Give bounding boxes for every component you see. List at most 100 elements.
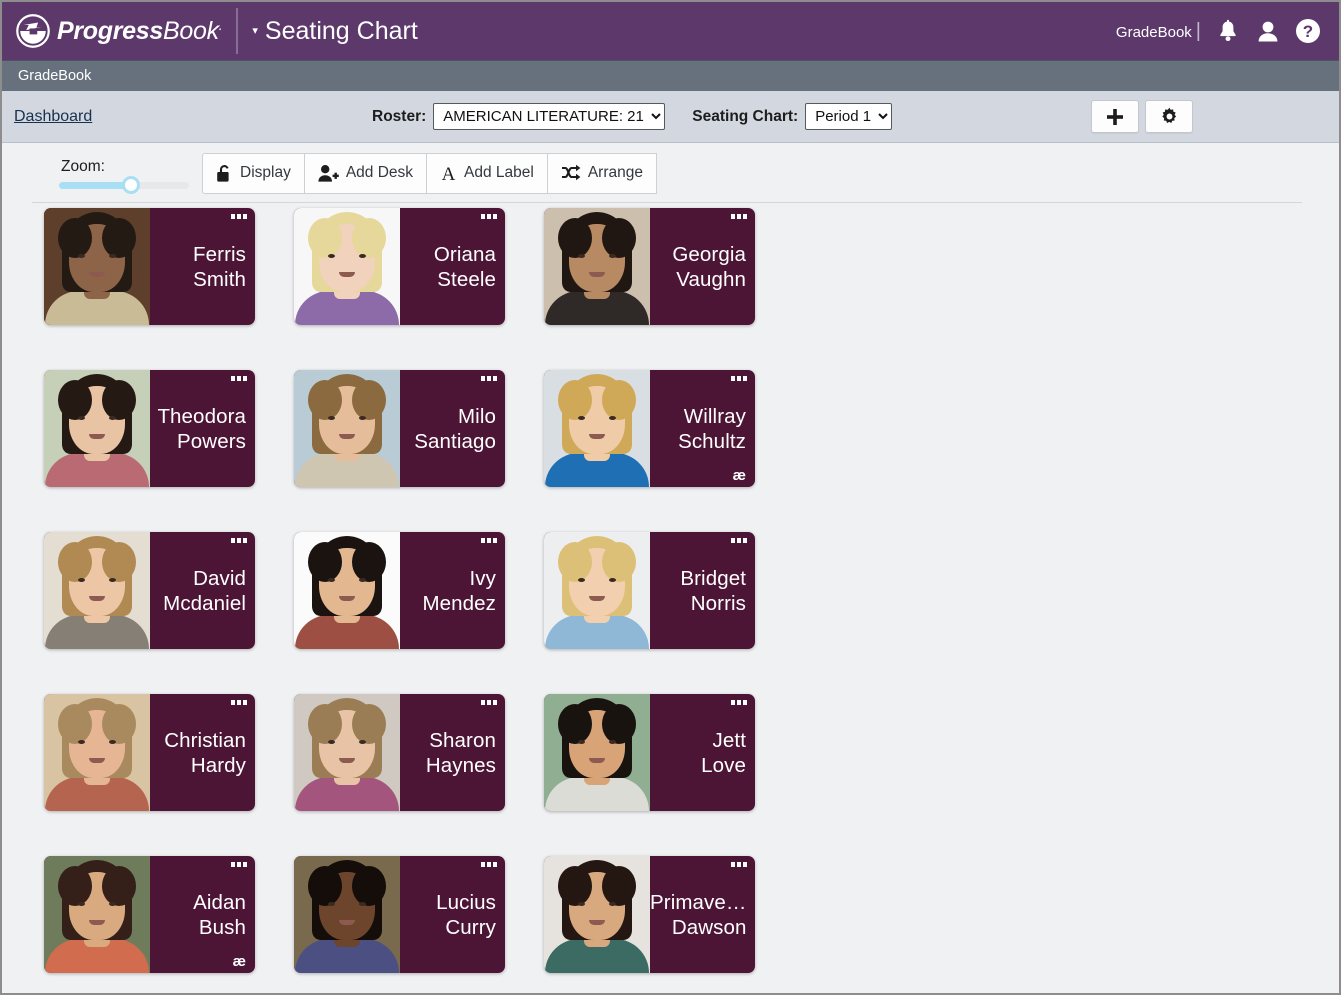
shuffle-icon	[561, 164, 581, 182]
three-dots-icon[interactable]	[231, 700, 247, 705]
arrange-button[interactable]: Arrange	[546, 152, 657, 194]
student-desk-card[interactable]: Theodora Powers	[44, 370, 255, 487]
student-card-body: Christian Hardy	[150, 694, 255, 811]
seating-chart-canvas[interactable]: Ferris Smith Oriana Steele Georgia Vaughn Theo…	[2, 203, 1339, 993]
student-alert-badge-icon[interactable]: æ	[233, 954, 246, 969]
three-dots-icon[interactable]	[731, 538, 747, 543]
zoom-slider[interactable]	[59, 176, 189, 194]
help-icon[interactable]: ?	[1294, 18, 1321, 45]
student-desk-card[interactable]: Ivy Mendez	[294, 532, 505, 649]
add-desk-button-label: Add Desk	[345, 164, 414, 181]
student-photo	[294, 370, 400, 487]
three-dots-icon[interactable]	[481, 862, 497, 867]
student-name: Theodora Powers	[157, 404, 246, 454]
student-photo	[544, 370, 650, 487]
student-desk-card[interactable]: Primave… Dawson	[544, 856, 755, 973]
student-name: Milo Santiago	[414, 404, 496, 454]
student-first-name: Sharon	[429, 728, 496, 752]
text-a-icon: A	[440, 163, 457, 183]
student-name: Willray Schultz	[678, 404, 746, 454]
student-name: Ferris Smith	[193, 242, 246, 292]
student-name: Bridget Norris	[680, 566, 746, 616]
header-gradebook-label: GradeBook |	[1115, 19, 1201, 42]
student-desk-card[interactable]: Oriana Steele	[294, 208, 505, 325]
logo-bold: Progress	[57, 16, 163, 45]
student-name: Lucius Curry	[436, 890, 496, 940]
three-dots-icon[interactable]	[731, 700, 747, 705]
add-label-button-label: Add Label	[464, 164, 534, 181]
student-first-name: David	[193, 566, 246, 590]
student-first-name: Oriana	[433, 242, 496, 266]
student-last-name: Mendez	[422, 591, 496, 615]
zoom-slider-thumb[interactable]	[121, 176, 140, 194]
display-button[interactable]: Display	[202, 152, 305, 194]
add-icon	[1107, 108, 1123, 125]
progressbook-logo-icon	[16, 14, 50, 48]
student-name: Christian Hardy	[164, 728, 246, 778]
student-desk-card[interactable]: Jett Love	[544, 694, 755, 811]
student-first-name: Willray	[683, 404, 746, 428]
student-last-name: Norris	[690, 591, 746, 615]
student-photo	[44, 370, 150, 487]
student-name: Primave… Dawson	[650, 890, 746, 940]
student-last-name: Haynes	[425, 753, 496, 777]
student-desk-card[interactable]: Milo Santiago	[294, 370, 505, 487]
arrange-button-label: Arrange	[587, 164, 643, 181]
roster-label: Roster:	[372, 107, 427, 125]
seating-chart-select[interactable]: Period 1	[805, 103, 893, 130]
chart-toolbar: Zoom: Display Add Desk A Add Label Arran…	[2, 143, 1339, 203]
student-last-name: Dawson	[671, 915, 747, 939]
student-desk-card[interactable]: David Mcdaniel	[44, 532, 255, 649]
roster-select[interactable]: AMERICAN LITERATURE: 21	[433, 103, 666, 130]
dashboard-link[interactable]: Dashboard	[14, 108, 92, 126]
student-desk-card[interactable]: Ferris Smith	[44, 208, 255, 325]
student-name: David Mcdaniel	[163, 566, 246, 616]
user-icon[interactable]	[1254, 18, 1281, 45]
add-person-icon	[318, 164, 339, 183]
add-label-button[interactable]: A Add Label	[426, 152, 548, 194]
page-menu-caret-icon[interactable]: ▾	[252, 25, 258, 37]
three-dots-icon[interactable]	[481, 214, 497, 219]
three-dots-icon[interactable]	[731, 376, 747, 381]
student-first-name: Christian	[164, 728, 246, 752]
three-dots-icon[interactable]	[731, 214, 747, 219]
breadcrumb: GradeBook	[18, 68, 92, 84]
student-card-body: Lucius Curry	[400, 856, 505, 973]
student-desk-card[interactable]: Georgia Vaughn	[544, 208, 755, 325]
student-photo	[294, 694, 400, 811]
three-dots-icon[interactable]	[231, 214, 247, 219]
bell-icon[interactable]	[1214, 18, 1241, 45]
three-dots-icon[interactable]	[231, 538, 247, 543]
student-last-name: Schultz	[678, 429, 746, 453]
student-desk-card[interactable]: Aidan Bush æ	[44, 856, 255, 973]
roster-and-chart-selectors: Roster: AMERICAN LITERATURE: 21 Seating …	[372, 103, 893, 130]
header-divider	[236, 8, 239, 54]
student-card-body: Jett Love	[650, 694, 755, 811]
add-seating-chart-button[interactable]	[1091, 100, 1139, 133]
zoom-control: Zoom:	[59, 158, 189, 194]
three-dots-icon[interactable]	[231, 862, 247, 867]
student-alert-badge-icon[interactable]: æ	[733, 468, 746, 483]
progressbook-logo[interactable]: ProgressBook.	[2, 2, 223, 60]
student-last-name: Vaughn	[676, 267, 746, 291]
student-first-name: Jett	[712, 728, 746, 752]
student-desk-card[interactable]: Willray Schultz æ	[544, 370, 755, 487]
student-desk-card[interactable]: Lucius Curry	[294, 856, 505, 973]
three-dots-icon[interactable]	[231, 376, 247, 381]
three-dots-icon[interactable]	[481, 700, 497, 705]
app-header: ProgressBook. ▾ Seating Chart GradeBook |…	[2, 2, 1339, 60]
three-dots-icon[interactable]	[481, 376, 497, 381]
student-last-name: Curry	[445, 915, 496, 939]
seating-chart-app: ProgressBook. ▾ Seating Chart GradeBook |…	[0, 0, 1341, 995]
student-card-body: Willray Schultz æ	[650, 370, 755, 487]
seating-chart-settings-button[interactable]	[1145, 100, 1193, 133]
add-desk-button[interactable]: Add Desk	[303, 152, 428, 194]
display-button-label: Display	[240, 164, 291, 181]
three-dots-icon[interactable]	[481, 538, 497, 543]
student-desk-card[interactable]: Bridget Norris	[544, 532, 755, 649]
three-dots-icon[interactable]	[731, 862, 748, 867]
student-last-name: Love	[701, 753, 746, 777]
student-desk-card[interactable]: Sharon Haynes	[294, 694, 505, 811]
student-photo	[544, 208, 650, 325]
student-desk-card[interactable]: Christian Hardy	[44, 694, 255, 811]
